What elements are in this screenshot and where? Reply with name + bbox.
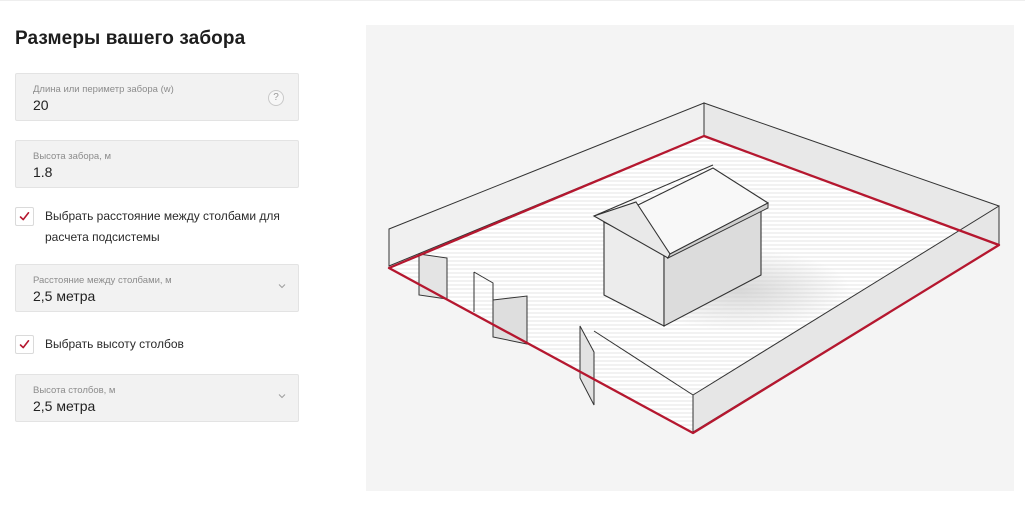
chevron-down-icon[interactable]	[277, 281, 287, 291]
fence-diagram	[387, 102, 1001, 435]
post-spacing-select-label: Расстояние между столбами, м	[33, 275, 172, 286]
form-title: Размеры вашего забора	[15, 28, 246, 49]
fence-illustration	[366, 25, 1014, 491]
post-height-select-value: 2,5 метра	[33, 398, 96, 414]
post-height-select-label: Высота столбов, м	[33, 385, 116, 396]
question-icon[interactable]: ?	[268, 90, 284, 106]
post-height-checkbox-label: Выбрать высоту столбов	[45, 337, 184, 351]
check-icon	[19, 211, 30, 221]
length-field-label: Длина или периметр забора (w)	[33, 84, 174, 95]
height-field[interactable]: Высота забора, м 1.8	[15, 140, 299, 188]
post-spacing-select[interactable]: Расстояние между столбами, м 2,5 метра	[15, 264, 299, 312]
height-field-value[interactable]: 1.8	[33, 164, 52, 180]
height-field-label: Высота забора, м	[33, 151, 112, 162]
chevron-down-icon[interactable]	[277, 391, 287, 401]
length-field[interactable]: Длина или периметр забора (w) 20 ?	[15, 73, 299, 121]
post-spacing-checkbox[interactable]	[15, 207, 34, 226]
post-spacing-select-value: 2,5 метра	[33, 288, 96, 304]
top-divider	[0, 0, 1025, 1]
post-height-checkbox[interactable]	[15, 335, 34, 354]
length-field-value[interactable]: 20	[33, 97, 49, 113]
check-icon	[19, 339, 30, 349]
post-height-select[interactable]: Высота столбов, м 2,5 метра	[15, 374, 299, 422]
post-spacing-checkbox-label: Выбрать расстояние между столбами для ра…	[45, 209, 280, 244]
